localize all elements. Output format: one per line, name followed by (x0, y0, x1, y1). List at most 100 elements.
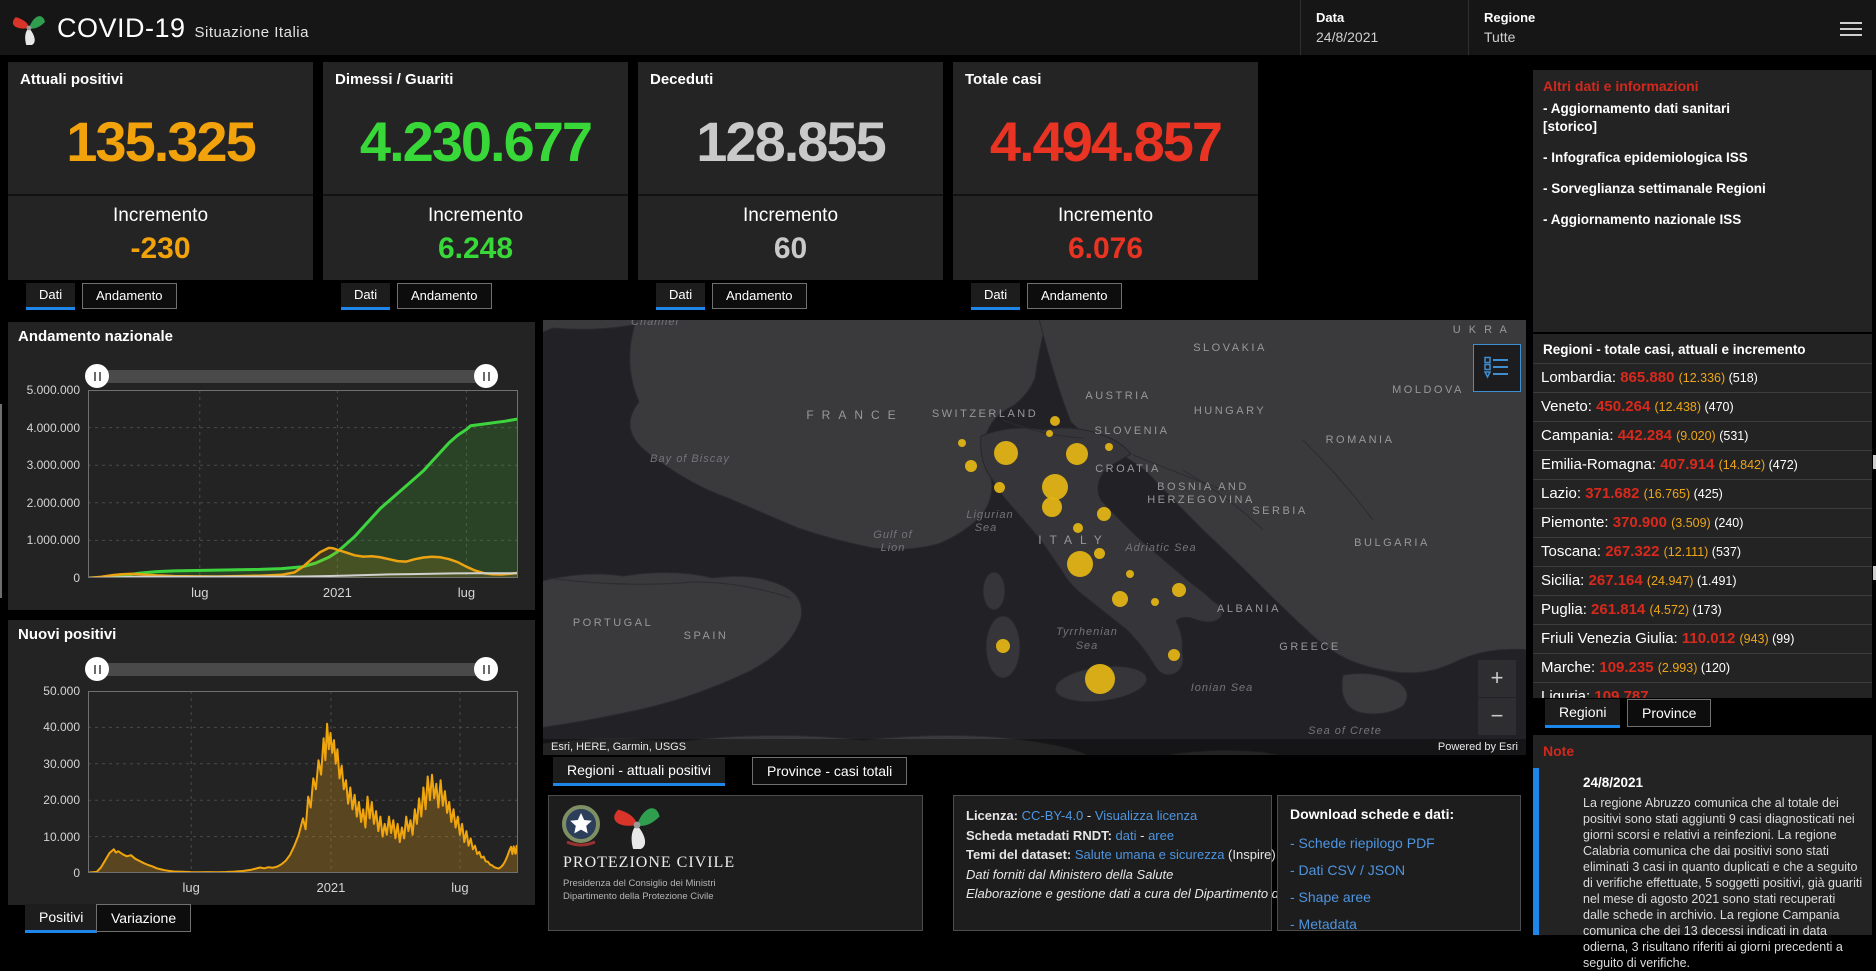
map-bubble[interactable] (1042, 474, 1068, 500)
map-bubble[interactable] (1066, 443, 1088, 465)
tab-positivi[interactable]: Positivi (25, 904, 98, 933)
map-bubble[interactable] (1112, 591, 1128, 607)
region-row[interactable]: Sicilia: 267.164 (24.947) (1.491) (1533, 567, 1872, 596)
region-row[interactable]: Puglia: 261.814 (4.572) (173) (1533, 596, 1872, 625)
region-row[interactable]: Piemonte: 370.900 (3.509) (240) (1533, 509, 1872, 538)
map-bubble[interactable] (1172, 583, 1186, 597)
tab-regioni[interactable]: Regioni (1545, 699, 1621, 728)
altri-dati-link[interactable]: - Infografica epidemiologica ISS (1543, 149, 1862, 167)
altri-dati-link[interactable]: - Aggiornamento dati sanitari [storico] (1543, 100, 1862, 136)
region-selector[interactable]: Regione Tutte (1484, 10, 1535, 45)
region-attuali: (3.509) (1671, 516, 1715, 530)
menu-icon[interactable] (1840, 18, 1862, 40)
region-row[interactable]: Liguria: 109.787 (1533, 683, 1872, 698)
map-legend-button[interactable] (1473, 344, 1521, 392)
tab-andamento-dimessi-guariti[interactable]: Andamento (397, 283, 492, 309)
tab-map-regioni[interactable]: Regioni - attuali positivi (553, 757, 725, 786)
map-bubble[interactable] (1151, 598, 1159, 606)
slider-handle-right[interactable] (474, 657, 498, 681)
left-scrollbar[interactable] (0, 404, 2, 598)
zoom-out-button[interactable]: − (1478, 698, 1516, 735)
region-total: 370.900 (1612, 514, 1672, 531)
tab-province[interactable]: Province (1627, 699, 1712, 727)
axis-tick-label: lug (182, 880, 200, 895)
map-bubble[interactable] (1045, 429, 1053, 437)
protezione-civile-logo-icon (12, 16, 45, 45)
map-bubble[interactable] (1126, 570, 1134, 578)
license-link[interactable]: Salute umana e sicurezza (1075, 847, 1225, 862)
region-name: Marche: (1541, 659, 1600, 676)
region-row[interactable]: Marche: 109.235 (2.993) (120) (1533, 654, 1872, 683)
protezione-civile-logo-icon (614, 808, 660, 849)
tab-andamento-deceduti[interactable]: Andamento (712, 283, 807, 309)
axis-tick-label: 50.000 (43, 684, 80, 698)
tab-dati-deceduti[interactable]: Dati (656, 283, 706, 310)
zoom-in-button[interactable]: + (1478, 660, 1516, 697)
map-bubble[interactable] (994, 441, 1018, 465)
region-increment: (537) (1711, 545, 1741, 559)
time-slider-track[interactable] (88, 370, 495, 383)
download-link[interactable]: - Shape aree (1290, 884, 1508, 911)
region-row[interactable]: Emilia-Romagna: 407.914 (14.842) (472) (1533, 451, 1872, 480)
map-bubble[interactable] (1105, 443, 1113, 451)
map-bubble[interactable] (1093, 547, 1105, 559)
altri-dati-link[interactable]: - Aggiornamento nazionale ISS (1543, 211, 1862, 229)
note-title: Note (1543, 743, 1575, 759)
region-row[interactable]: Friuli Venezia Giulia: 110.012 (943) (99… (1533, 625, 1872, 654)
tab-dati-dimessi-guariti[interactable]: Dati (341, 283, 391, 310)
tab-andamento-attuali-positivi[interactable]: Andamento (82, 283, 177, 309)
region-row[interactable]: Toscana: 267.322 (12.111) (537) (1533, 538, 1872, 567)
stat-card-dimessi-guariti: Dimessi / Guariti 4.230.677 Incremento 6.24… (323, 62, 628, 280)
altri-dati-link[interactable]: - Sorveglianza settimanale Regioni (1543, 180, 1862, 198)
license-link[interactable]: aree (1148, 828, 1174, 843)
map-attribution: Esri, HERE, Garmin, USGS Powered by Esri (543, 739, 1526, 755)
country-label: HERZEGOVINA (1147, 494, 1255, 506)
region-attuali: (12.438) (1654, 400, 1705, 414)
license-link[interactable]: Visualizza licenza (1095, 808, 1197, 823)
map-bubble[interactable] (993, 481, 1005, 493)
map-bubble[interactable] (996, 639, 1010, 653)
axis-tick-label: 40.000 (43, 720, 80, 735)
axis-tick-label: 30.000 (43, 756, 80, 771)
slider-handle-left[interactable] (85, 364, 109, 388)
italy-map[interactable]: Channel U K R A SLOVAKIA MOLDOVA AUSTRIA HUNG… (543, 320, 1526, 755)
map-bubble[interactable] (1042, 497, 1062, 517)
license-text: - (1136, 827, 1149, 843)
license-link[interactable]: dati (1116, 828, 1137, 843)
region-row[interactable]: Veneto: 450.264 (12.438) (470) (1533, 393, 1872, 422)
region-row[interactable]: Campania: 442.284 (9.020) (531) (1533, 422, 1872, 451)
region-row[interactable]: Lombardia: 865.880 (12.336) (518) (1533, 364, 1872, 393)
slider-handle-right[interactable] (474, 364, 498, 388)
region-increment: (240) (1714, 516, 1744, 530)
tab-dati-attuali-positivi[interactable]: Dati (26, 283, 76, 310)
increment-value: -230 (130, 232, 191, 265)
map-bubble[interactable] (958, 439, 966, 447)
license-link[interactable]: CC-BY-4.0 (1022, 808, 1084, 823)
map-bubble[interactable] (1085, 664, 1115, 694)
map-bubble[interactable] (1073, 523, 1083, 533)
map-bubble[interactable] (1097, 507, 1111, 521)
nuovi-positivi-panel: Nuovi positivi 0 10.000 20.000 30.000 40.000… (8, 620, 535, 905)
axis-tick-label: 4.000.000 (26, 420, 80, 435)
country-label: CROATIA (1095, 463, 1161, 475)
region-increment: (1.491) (1696, 574, 1737, 588)
tab-variazione[interactable]: Variazione (96, 904, 192, 932)
map-bubble[interactable] (1050, 416, 1060, 426)
download-link[interactable]: - Dati CSV / JSON (1290, 857, 1508, 884)
tab-andamento-totale-casi[interactable]: Andamento (1027, 283, 1122, 309)
download-link[interactable]: - Schede riepilogo PDF (1290, 830, 1508, 857)
tab-dati-totale-casi[interactable]: Dati (971, 283, 1021, 310)
download-link[interactable]: - Metadata (1290, 911, 1508, 938)
increment-label: Incremento (742, 205, 839, 226)
card-divider (8, 194, 313, 196)
region-name: Toscana: (1541, 543, 1606, 560)
tab-map-province[interactable]: Province - casi totali (752, 757, 908, 785)
slider-handle-left[interactable] (85, 657, 109, 681)
region-row[interactable]: Lazio: 371.682 (16.765) (425) (1533, 480, 1872, 509)
map-bubble[interactable] (965, 460, 977, 472)
map-bubble[interactable] (1067, 551, 1093, 577)
altri-dati-panel: Altri dati e informazioni - Aggiornament… (1533, 70, 1872, 332)
map-bubble[interactable] (1168, 649, 1180, 661)
time-slider-track[interactable] (88, 663, 495, 676)
date-selector[interactable]: Data 24/8/2021 (1316, 10, 1378, 45)
